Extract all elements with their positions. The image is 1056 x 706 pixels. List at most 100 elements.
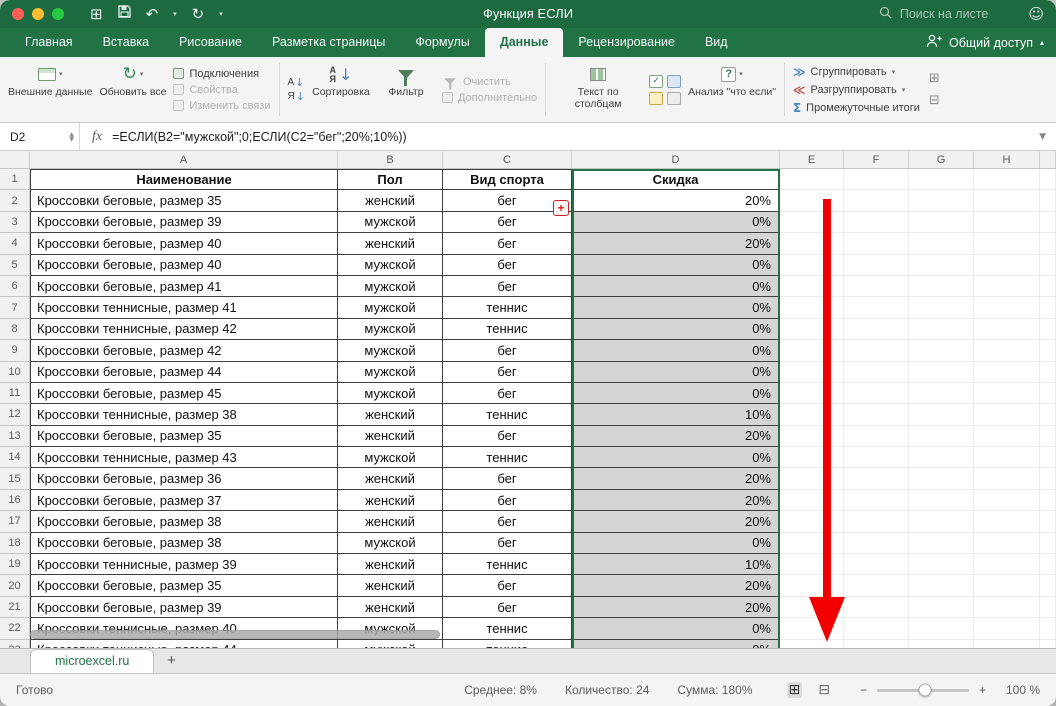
cell-E10[interactable] xyxy=(780,362,844,383)
cell-A15[interactable]: Кроссовки беговые, размер 36 xyxy=(30,468,338,489)
cell-E11[interactable] xyxy=(780,383,844,404)
row-header-19[interactable]: 19 xyxy=(0,554,30,575)
row-header-11[interactable]: 11 xyxy=(0,383,30,404)
row-header-22[interactable]: 22 xyxy=(0,618,30,639)
cell-C17[interactable]: бег xyxy=(443,511,572,532)
column-header-D[interactable]: D xyxy=(572,151,780,169)
cell-G2[interactable] xyxy=(909,190,974,211)
cell-G4[interactable] xyxy=(909,233,974,254)
cell-F9[interactable] xyxy=(844,340,909,361)
ribbon-tab[interactable]: Данные xyxy=(485,28,564,57)
cell-G22[interactable] xyxy=(909,618,974,639)
cell-D3[interactable]: 0% xyxy=(572,212,780,233)
what-if-analysis-button[interactable]: ?▾ Анализ "что если" xyxy=(688,60,776,119)
cell-D15[interactable]: 20% xyxy=(572,468,780,489)
cell-C21[interactable]: бег xyxy=(443,597,572,618)
ribbon-tab[interactable]: Главная xyxy=(10,28,88,57)
cell-F2[interactable] xyxy=(844,190,909,211)
cell-D2[interactable]: 20% xyxy=(572,190,780,211)
cell-D19[interactable]: 10% xyxy=(572,554,780,575)
column-header-F[interactable]: F xyxy=(844,151,909,169)
cell-C12[interactable]: теннис xyxy=(443,404,572,425)
cell-F10[interactable] xyxy=(844,362,909,383)
cell-H22[interactable] xyxy=(974,618,1040,639)
row-header-17[interactable]: 17 xyxy=(0,511,30,532)
hide-detail-icon[interactable]: ⊟ xyxy=(929,93,940,108)
cell-C15[interactable]: бег xyxy=(443,468,572,489)
cell-D21[interactable]: 20% xyxy=(572,597,780,618)
cell-A7[interactable]: Кроссовки теннисные, размер 41 xyxy=(30,297,338,318)
row-header-9[interactable]: 9 xyxy=(0,340,30,361)
cell-D7[interactable]: 0% xyxy=(572,297,780,318)
cell-D9[interactable]: 0% xyxy=(572,340,780,361)
cell-H18[interactable] xyxy=(974,533,1040,554)
cell-F20[interactable] xyxy=(844,575,909,596)
sort-ascending-button[interactable]: А↓ xyxy=(288,78,305,88)
cell-F5[interactable] xyxy=(844,255,909,276)
cell-E13[interactable] xyxy=(780,426,844,447)
cell-B20[interactable]: женский xyxy=(338,575,443,596)
cell-G17[interactable] xyxy=(909,511,974,532)
row-header-14[interactable]: 14 xyxy=(0,447,30,468)
cell-B16[interactable]: женский xyxy=(338,490,443,511)
cell-D20[interactable]: 20% xyxy=(572,575,780,596)
cell-F22[interactable] xyxy=(844,618,909,639)
cell-E23[interactable] xyxy=(780,640,844,648)
cell-E12[interactable] xyxy=(780,404,844,425)
cell-G14[interactable] xyxy=(909,447,974,468)
cell-A5[interactable]: Кроссовки беговые, размер 40 xyxy=(30,255,338,276)
cell-D5[interactable]: 0% xyxy=(572,255,780,276)
name-box[interactable]: D2 ▲▼ xyxy=(0,123,80,150)
cell-E5[interactable] xyxy=(780,255,844,276)
cell-G6[interactable] xyxy=(909,276,974,297)
page-layout-view-icon[interactable]: ⊟ xyxy=(818,682,830,698)
show-detail-icon[interactable]: ⊞ xyxy=(929,71,940,86)
row-header-1[interactable]: 1 xyxy=(0,169,30,190)
cell-C8[interactable]: теннис xyxy=(443,319,572,340)
cell-F4[interactable] xyxy=(844,233,909,254)
undo-menu-chevron-icon[interactable]: ▾ xyxy=(173,7,177,22)
cell-B17[interactable]: женский xyxy=(338,511,443,532)
cell-A18[interactable]: Кроссовки беговые, размер 38 xyxy=(30,533,338,554)
cell-H4[interactable] xyxy=(974,233,1040,254)
cell-A13[interactable]: Кроссовки беговые, размер 35 xyxy=(30,426,338,447)
cell-C16[interactable]: бег xyxy=(443,490,572,511)
cell-F6[interactable] xyxy=(844,276,909,297)
cell-F14[interactable] xyxy=(844,447,909,468)
cell-G8[interactable] xyxy=(909,319,974,340)
formula-input[interactable]: =ЕСЛИ(B2="мужской";0;ЕСЛИ(C2="бег";20%;1… xyxy=(112,130,1029,144)
ribbon-tab[interactable]: Вставка xyxy=(88,28,164,57)
cell-A12[interactable]: Кроссовки теннисные, размер 38 xyxy=(30,404,338,425)
cell-B7[interactable]: мужской xyxy=(338,297,443,318)
cell-C4[interactable]: бег xyxy=(443,233,572,254)
cell-D18[interactable]: 0% xyxy=(572,533,780,554)
subtotals-button[interactable]: ΣПромежуточные итоги xyxy=(793,101,920,115)
cell-F12[interactable] xyxy=(844,404,909,425)
cell-E15[interactable] xyxy=(780,468,844,489)
cell-A10[interactable]: Кроссовки беговые, размер 44 xyxy=(30,362,338,383)
cell-H17[interactable] xyxy=(974,511,1040,532)
cell-B4[interactable]: женский xyxy=(338,233,443,254)
row-header-5[interactable]: 5 xyxy=(0,255,30,276)
app-grid-icon[interactable]: ⊞ xyxy=(90,7,103,22)
cell-E6[interactable] xyxy=(780,276,844,297)
cell-B1[interactable]: Пол xyxy=(338,169,443,190)
cell-D16[interactable]: 20% xyxy=(572,490,780,511)
cell-G10[interactable] xyxy=(909,362,974,383)
name-box-stepper[interactable]: ▲▼ xyxy=(64,132,79,142)
cell-C5[interactable]: бег xyxy=(443,255,572,276)
cell-F19[interactable] xyxy=(844,554,909,575)
cell-C3[interactable]: бег xyxy=(443,212,572,233)
zoom-out-button[interactable]: − xyxy=(860,683,867,697)
cell-C6[interactable]: бег xyxy=(443,276,572,297)
cell-H13[interactable] xyxy=(974,426,1040,447)
cell-F16[interactable] xyxy=(844,490,909,511)
cell-C23[interactable]: теннис xyxy=(443,640,572,648)
cell-G3[interactable] xyxy=(909,212,974,233)
sheet-search[interactable]: Поиск на листе xyxy=(879,6,989,22)
cell-H2[interactable] xyxy=(974,190,1040,211)
close-window-button[interactable] xyxy=(12,8,24,20)
cell-A17[interactable]: Кроссовки беговые, размер 38 xyxy=(30,511,338,532)
cell-H14[interactable] xyxy=(974,447,1040,468)
row-header-12[interactable]: 12 xyxy=(0,404,30,425)
